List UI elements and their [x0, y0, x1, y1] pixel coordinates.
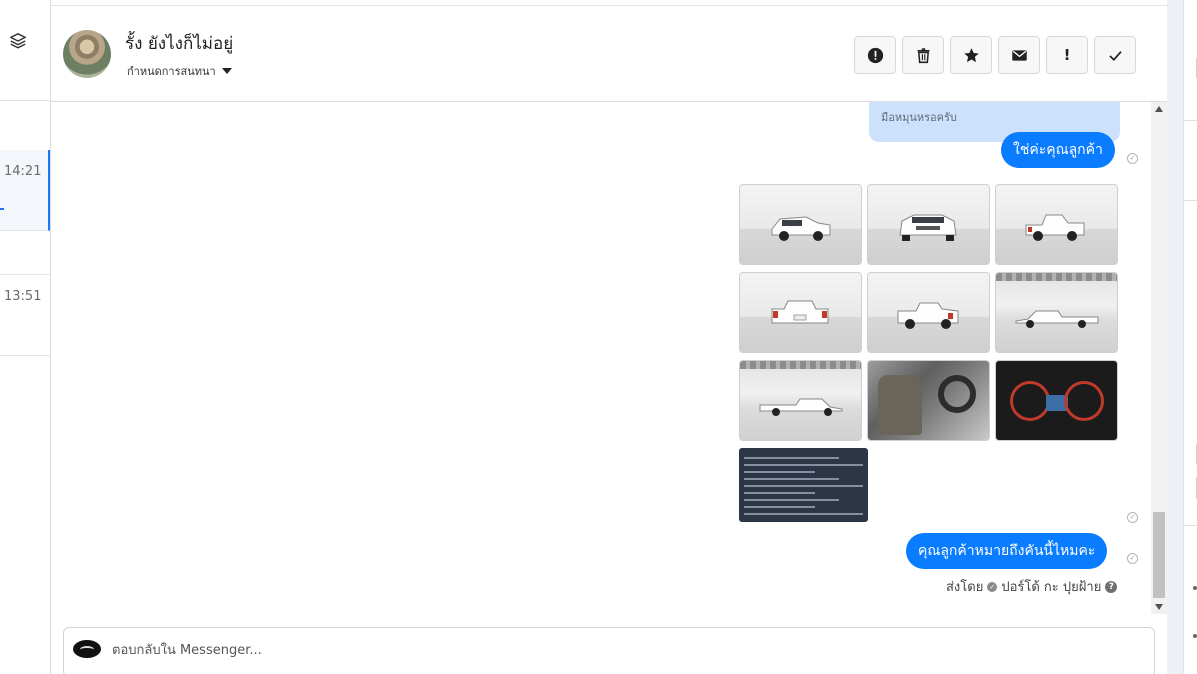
- photo-spec-sheet[interactable]: [739, 448, 868, 522]
- car-image: [1015, 310, 1099, 328]
- car-image: [899, 214, 957, 241]
- photo-car-side-right[interactable]: [995, 272, 1118, 353]
- details-panel: [1183, 0, 1197, 674]
- report-button[interactable]: [854, 36, 896, 74]
- star-icon: [963, 47, 979, 62]
- photo-car-rear-left[interactable]: [867, 272, 990, 353]
- conversation-list: 14:21 13:51: [0, 0, 51, 674]
- chat-header: รั้ง ยังไงก็ไม่อยู่ กำหนดการสนทนา !: [51, 6, 1167, 102]
- delete-button[interactable]: [902, 36, 944, 74]
- assign-conversation-label: กำหนดการสนทนา: [127, 65, 216, 78]
- verified-check-icon: ✓: [987, 581, 998, 592]
- assign-conversation-dropdown[interactable]: กำหนดการสนทนา: [127, 62, 232, 80]
- unread-indicator: [0, 208, 4, 210]
- alert-circle-icon: [867, 47, 883, 63]
- help-icon[interactable]: ?: [1105, 580, 1118, 593]
- seen-check-icon: ✓: [1127, 512, 1138, 523]
- photo-car-front[interactable]: [867, 184, 990, 265]
- car-image: [771, 300, 829, 324]
- conversation-item[interactable]: 13:51: [0, 275, 50, 356]
- gauge-image: [1064, 381, 1104, 421]
- message-thread: มือหมุนหรอครับ ใช่ค่ะคุณลูกค้า ✓ ✓ คุณลู…: [51, 102, 1167, 614]
- conversation-item-selected[interactable]: 14:21: [0, 150, 50, 231]
- photo-car-front-left[interactable]: [739, 184, 862, 265]
- scroll-down-icon[interactable]: [1155, 604, 1163, 610]
- star-button[interactable]: [950, 36, 992, 74]
- page-logo-icon: [73, 640, 101, 658]
- car-image: [759, 398, 843, 416]
- scroll-up-icon[interactable]: [1155, 106, 1163, 112]
- seen-check-icon: ✓: [1127, 153, 1138, 164]
- envelope-icon: [1011, 49, 1027, 61]
- sent-by-info: ส่งโดย ✓ ปอร์โด้ กะ ปุยฝ้าย ?: [946, 576, 1118, 597]
- photo-car-rear-right[interactable]: [995, 184, 1118, 265]
- caret-down-icon: [221, 68, 232, 74]
- sent-by-label: ส่งโดย: [946, 580, 984, 595]
- photo-car-interior[interactable]: [867, 360, 990, 441]
- photo-car-side-left[interactable]: [739, 360, 862, 441]
- steering-wheel-image: [938, 375, 976, 413]
- gauge-image: [1010, 381, 1050, 421]
- scroll-thumb[interactable]: [1153, 512, 1165, 598]
- exclamation-icon: !: [1063, 46, 1071, 64]
- inbox-window: 14:21 13:51 รั้ง ยังไงก็ไม่อยู่ กำหนดการ…: [0, 0, 1197, 674]
- conversation-list-header: [0, 0, 50, 101]
- reply-composer: [63, 627, 1155, 674]
- car-image: [1025, 214, 1085, 241]
- seat-image: [878, 375, 922, 435]
- mark-unread-button[interactable]: [998, 36, 1040, 74]
- sent-message: คุณลูกค้าหมายถึงคันนี้ไหมคะ: [906, 533, 1108, 569]
- conversation-time: 13:51: [4, 289, 42, 304]
- check-icon: [1108, 50, 1122, 61]
- car-image: [897, 302, 959, 329]
- conversation-item[interactable]: [0, 231, 50, 275]
- message-scrollbar[interactable]: [1151, 102, 1167, 614]
- header-actions: !: [854, 36, 1136, 74]
- trash-icon: [917, 47, 929, 63]
- contact-name[interactable]: รั้ง ยังไงก็ไม่อยู่: [125, 30, 233, 57]
- avatar[interactable]: [63, 30, 111, 78]
- photo-car-rear[interactable]: [739, 272, 862, 353]
- layers-icon[interactable]: [9, 32, 27, 50]
- photo-car-dashboard[interactable]: [995, 360, 1118, 441]
- panel-gutter: [1167, 0, 1183, 674]
- done-button[interactable]: [1094, 36, 1136, 74]
- seen-check-icon: ✓: [1127, 553, 1138, 564]
- reply-input[interactable]: [112, 638, 1112, 662]
- car-image: [771, 216, 831, 241]
- sent-message: ใช่ค่ะคุณลูกค้า: [1001, 132, 1115, 168]
- sender-name: ปอร์โด้ กะ ปุยฝ้าย: [1001, 580, 1102, 595]
- important-button[interactable]: !: [1046, 36, 1088, 74]
- conversation-time: 14:21: [4, 164, 42, 179]
